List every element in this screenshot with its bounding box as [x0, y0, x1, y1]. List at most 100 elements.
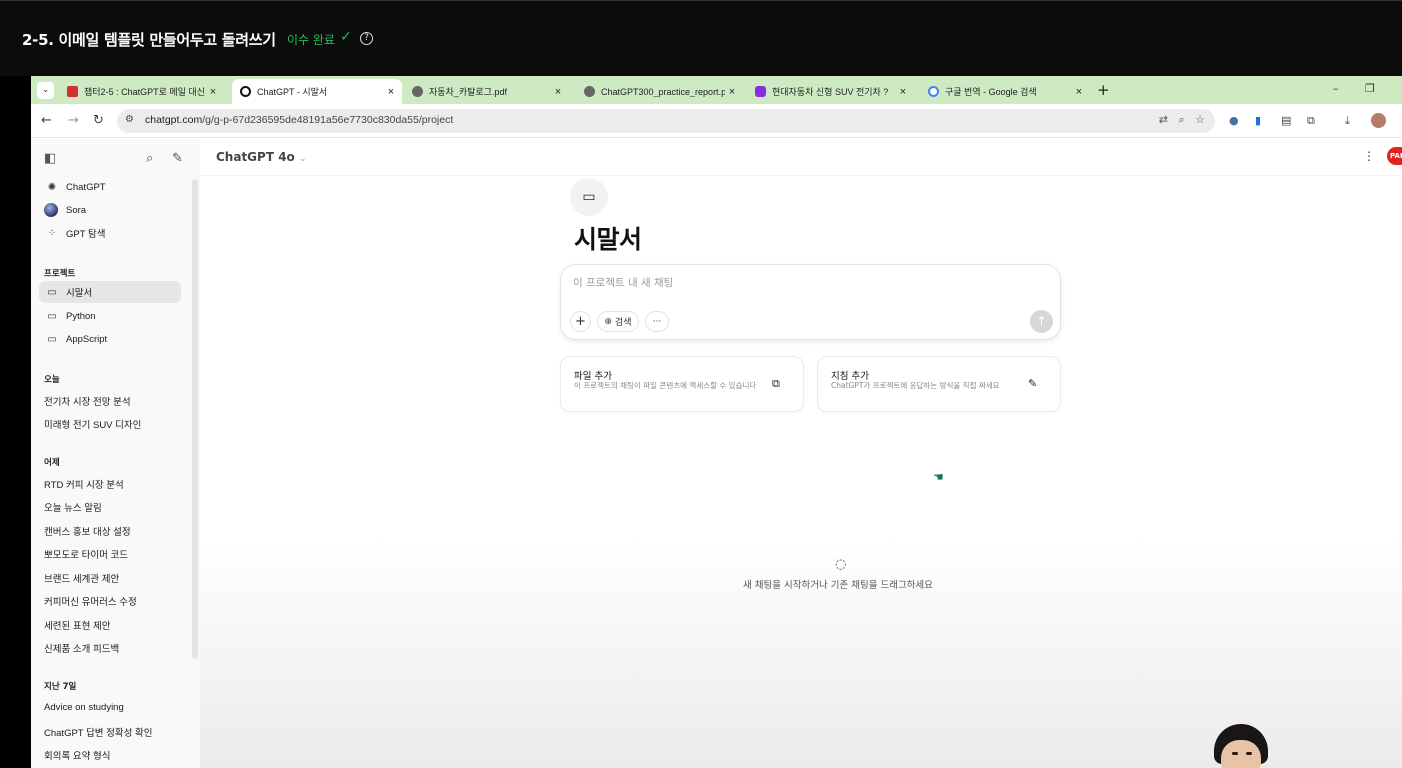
model-selector[interactable]: ChatGPT 4o ⌄ — [216, 150, 307, 164]
tab-lecture[interactable]: 챕터2-5 : ChatGPT로 메일 대신 × — [59, 79, 224, 104]
sidebar-item-label: AppScript — [66, 333, 108, 345]
tab-label: 챕터2-5 : ChatGPT로 메일 대신 — [84, 87, 205, 97]
extension-icon[interactable]: ▮ — [1255, 114, 1261, 127]
chat-history-item[interactable]: 브랜드 세계관 제안 — [44, 571, 119, 585]
sidebar-project-item[interactable]: ▭ AppScript — [39, 328, 181, 350]
globe-favicon-icon — [412, 86, 423, 97]
reload-icon[interactable]: ↻ — [93, 113, 104, 128]
tab-hyundai-suv[interactable]: 현대자동차 신형 SUV 전기차 ? × — [747, 79, 914, 104]
presenter-face — [1221, 740, 1261, 768]
forward-icon[interactable]: → — [68, 113, 79, 128]
zoom-icon[interactable]: ⌕ — [1178, 113, 1184, 126]
tab-catalog-pdf[interactable]: 자동차_카탈로그.pdf × — [404, 79, 569, 104]
tab-label: ChatGPT - 시말서 — [257, 87, 328, 97]
grid-icon: ⁘ — [47, 227, 57, 239]
main-panel: ChatGPT 4o ⌄ ⋮ PAR ▭ 시말서 이 프로젝트 내 새 채팅 +… — [200, 139, 1402, 768]
card-description: ChatGPT가 프로젝트에 응답하는 방식을 직접 짜세요 — [831, 381, 1000, 390]
globe-favicon-icon — [584, 86, 595, 97]
search-button-label: 검색 — [614, 318, 632, 328]
tab-label: 자동차_카탈로그.pdf — [429, 87, 507, 97]
presenter-eye — [1232, 752, 1238, 755]
empty-state-text: 새 채팅을 시작하거나 기존 채팅을 드래그하세요 — [743, 580, 933, 591]
chat-history-item[interactable]: 커피머신 유머러스 수정 — [44, 594, 137, 608]
tab-google-translate[interactable]: 구글 번역 - Google 검색 × — [920, 79, 1090, 104]
tab-close-icon[interactable]: × — [896, 86, 910, 98]
card-title: 지침 추가 — [831, 371, 869, 382]
add-instructions-card[interactable]: 지침 추가 ChatGPT가 프로젝트에 응답하는 방식을 직접 짜세요 ✎ — [817, 356, 1061, 412]
chat-history-item[interactable]: 신제품 소개 피드백 — [44, 641, 119, 655]
extension-icon[interactable]: ▤ — [1281, 114, 1291, 127]
more-tools-button[interactable]: ··· — [645, 311, 669, 332]
tab-close-icon[interactable]: × — [551, 86, 565, 98]
chat-history-item[interactable]: 전기차 시장 전망 분석 — [44, 394, 131, 408]
check-icon: ✓ — [340, 29, 352, 45]
help-icon[interactable]: ? — [360, 32, 373, 45]
profile-avatar[interactable] — [1371, 113, 1386, 128]
openai-icon: ✺ — [47, 181, 57, 193]
browser-window: ⌄ 챕터2-5 : ChatGPT로 메일 대신 × ChatGPT - 시말서… — [31, 76, 1402, 768]
project-title: 시말서 — [574, 225, 642, 254]
sidebar-item-explore-gpts[interactable]: ⁘ GPT 탐색 — [39, 222, 181, 244]
tab-chatgpt[interactable]: ChatGPT - 시말서 × — [232, 79, 402, 104]
chatgpt-favicon-icon — [240, 86, 251, 97]
sidebar-project-item[interactable]: ▭ Python — [39, 305, 181, 327]
translate-icon[interactable]: ⇄ — [1159, 113, 1168, 126]
chat-history-item[interactable]: ChatGPT 답변 정확성 확인 — [44, 725, 153, 739]
bookmark-star-icon[interactable]: ☆ — [1195, 113, 1205, 126]
extension-icon[interactable]: ● — [1229, 114, 1239, 127]
tab-label: ChatGPT300_practice_report.p — [601, 86, 725, 97]
card-title: 파일 추가 — [574, 371, 612, 382]
back-icon[interactable]: ← — [41, 113, 52, 128]
send-button[interactable]: ↑ — [1030, 310, 1053, 333]
course-title: 2-5. 이메일 템플릿 만들어두고 돌려쓰기 — [22, 31, 276, 49]
sidebar-project-item[interactable]: ▭ 시말서 — [39, 281, 181, 303]
sidebar-scrollbar[interactable] — [192, 179, 198, 659]
tab-close-icon[interactable]: × — [384, 86, 398, 98]
tab-close-icon[interactable]: × — [725, 86, 739, 98]
header-badge[interactable]: PAR — [1387, 147, 1402, 165]
chevron-down-icon: ⌄ — [298, 154, 307, 164]
sidebar-toggle-icon[interactable]: ◧ — [44, 151, 56, 166]
chat-history-item[interactable]: 회의록 요약 형식 — [44, 748, 110, 762]
new-tab-button[interactable]: + — [1097, 81, 1110, 99]
chat-history-item[interactable]: 캔버스 홍보 대상 설정 — [44, 524, 131, 538]
download-icon[interactable]: ⤓ — [1345, 114, 1350, 128]
chat-history-item[interactable]: 오늘 뉴스 알림 — [44, 500, 102, 514]
tab-label: 현대자동차 신형 SUV 전기차 ? — [772, 87, 889, 97]
site-settings-icon[interactable]: ⚙ — [125, 114, 134, 125]
pencil-icon: ✎ — [1028, 377, 1038, 390]
sidebar-item-sora[interactable]: Sora — [39, 199, 181, 221]
url-field[interactable]: ⚙ chatgpt.com/g/g-p-67d236595de48191a56e… — [117, 109, 1215, 133]
tab-label: 구글 번역 - Google 검색 — [945, 87, 1037, 97]
tab-practice-report[interactable]: ChatGPT300_practice_report.p × — [576, 79, 743, 104]
chat-history-item[interactable]: 세련된 표현 제안 — [44, 618, 110, 632]
attach-button[interactable]: + — [570, 311, 591, 332]
url-host: chatgpt.com — [145, 114, 203, 126]
composer-input[interactable]: 이 프로젝트 내 새 채팅 — [573, 275, 673, 290]
chat-bubbles-icon: ◌ — [835, 557, 847, 572]
minimize-icon[interactable]: – — [1333, 82, 1339, 95]
model-name: ChatGPT 4o — [216, 150, 295, 164]
search-button[interactable]: ⊕ 검색 — [597, 311, 639, 332]
lecture-favicon-icon — [67, 86, 78, 97]
last-7-days-heading: 지난 7일 — [44, 682, 77, 692]
chat-history-item[interactable]: Advice on studying — [44, 702, 124, 713]
presenter-eye — [1246, 752, 1252, 755]
folder-icon: ▭ — [47, 333, 57, 345]
tab-close-icon[interactable]: × — [1072, 86, 1086, 98]
tab-search-icon[interactable]: ⌄ — [37, 82, 54, 99]
sidebar-item-chatgpt[interactable]: ✺ ChatGPT — [39, 176, 181, 198]
tab-close-icon[interactable]: × — [206, 86, 220, 98]
search-icon[interactable]: ⌕ — [146, 151, 153, 166]
more-options-icon[interactable]: ⋮ — [1363, 149, 1375, 163]
restore-icon[interactable]: ❐ — [1365, 82, 1375, 95]
course-header: 2-5. 이메일 템플릿 만들어두고 돌려쓰기 이수 완료 ✓ ? — [0, 0, 1402, 76]
extensions-puzzle-icon[interactable]: ⧉ — [1307, 114, 1315, 128]
hyundai-favicon-icon — [755, 86, 766, 97]
add-files-card[interactable]: 파일 추가 이 프로젝트의 채팅이 파일 콘텐츠에 액세스할 수 있습니다 ⧉ — [560, 356, 804, 412]
chat-history-item[interactable]: 미래형 전기 SUV 디자인 — [44, 417, 141, 431]
new-chat-icon[interactable]: ✎ — [172, 151, 183, 166]
chat-history-item[interactable]: RTD 커피 시장 분석 — [44, 477, 124, 491]
chat-history-item[interactable]: 뽀모도로 타이머 코드 — [44, 547, 128, 561]
chat-composer[interactable]: 이 프로젝트 내 새 채팅 + ⊕ 검색 ··· ↑ — [560, 264, 1061, 340]
